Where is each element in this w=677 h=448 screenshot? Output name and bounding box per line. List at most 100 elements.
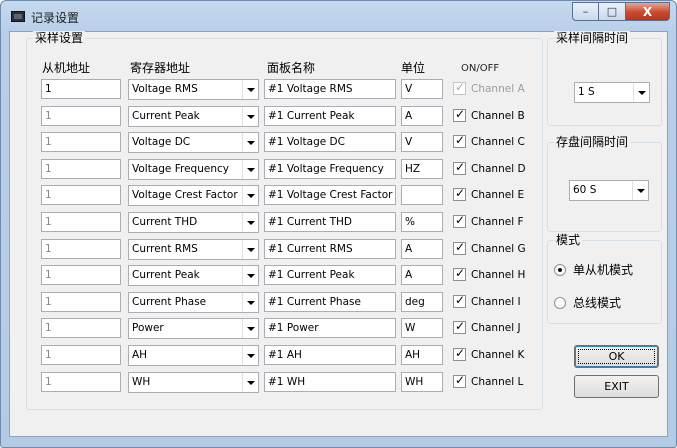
channel-checkbox[interactable]: Channel J <box>453 319 521 334</box>
dialog-client-area: 采样设置 从机地址 寄存器地址 面板名称 单位 ON/OFF 1 Voltage … <box>9 31 668 437</box>
channel-checkbox[interactable]: Channel L <box>453 373 523 388</box>
chevron-down-icon[interactable] <box>242 240 258 259</box>
register-value: Current Peak <box>132 110 200 122</box>
unit-input[interactable]: WH <box>401 372 443 392</box>
slave-address-input[interactable]: 1 <box>41 159 121 179</box>
chevron-down-icon[interactable] <box>242 266 258 285</box>
panel-name-input[interactable]: #1 Voltage RMS <box>264 79 396 99</box>
channel-checkbox[interactable]: Channel C <box>453 133 525 148</box>
checkbox-checked-icon <box>453 266 466 281</box>
mode-bus-radio[interactable]: 总线模式 <box>554 294 621 311</box>
channel-checkbox[interactable]: Channel F <box>453 213 524 228</box>
unit-input[interactable]: A <box>401 265 443 285</box>
channel-label: Channel I <box>471 295 521 308</box>
chevron-down-icon[interactable] <box>242 213 258 232</box>
chevron-down-icon[interactable] <box>242 346 258 365</box>
register-select[interactable]: Current Phase <box>128 292 259 313</box>
app-icon <box>11 11 25 22</box>
maximize-button[interactable]: □ <box>599 2 626 21</box>
channel-checkbox[interactable]: Channel K <box>453 346 524 361</box>
title-bar[interactable]: 记录设置 – □ X <box>1 1 676 31</box>
channel-checkbox[interactable]: Channel H <box>453 266 525 281</box>
panel-name-input[interactable]: #1 Voltage Frequency <box>264 159 396 179</box>
channel-checkbox[interactable]: Channel B <box>453 107 525 122</box>
unit-input[interactable]: V <box>401 79 443 99</box>
channel-checkbox[interactable]: Channel G <box>453 240 526 255</box>
chevron-down-icon[interactable] <box>242 186 258 205</box>
register-select[interactable]: AH <box>128 345 259 366</box>
slave-address-input[interactable]: 1 <box>41 132 121 152</box>
close-button[interactable]: X <box>626 2 670 21</box>
register-select[interactable]: Power <box>128 318 259 339</box>
save-interval-title: 存盘间隔时间 <box>554 135 631 149</box>
save-interval-group: 存盘间隔时间 60 S <box>547 135 662 232</box>
radio-unselected-icon <box>554 296 566 309</box>
panel-name-input[interactable]: #1 Current Peak <box>264 106 396 126</box>
chevron-down-icon[interactable] <box>242 107 258 126</box>
channel-label: Channel A <box>471 82 525 95</box>
checkbox-checked-icon <box>453 240 466 255</box>
chevron-down-icon[interactable] <box>242 160 258 179</box>
register-value: Power <box>132 322 164 334</box>
slave-address-input[interactable]: 1 <box>41 239 121 259</box>
channel-checkbox[interactable]: Channel I <box>453 293 521 308</box>
checkbox-checked-icon <box>453 160 466 175</box>
panel-name-input[interactable]: #1 Voltage DC <box>264 132 396 152</box>
slave-address-input[interactable]: 1 <box>41 265 121 285</box>
mode-single-radio[interactable]: 单从机模式 <box>554 261 633 278</box>
register-select[interactable]: Current Peak <box>128 106 259 127</box>
panel-name-input[interactable]: #1 Current RMS <box>264 239 396 259</box>
channel-checkbox[interactable]: Channel E <box>453 186 524 201</box>
minimize-button[interactable]: – <box>572 2 599 21</box>
panel-name-input[interactable]: #1 Voltage Crest Factor <box>264 185 396 205</box>
register-select[interactable]: Voltage RMS <box>128 79 259 100</box>
slave-address-input[interactable]: 1 <box>41 292 121 312</box>
exit-button[interactable]: EXIT <box>574 375 659 398</box>
register-select[interactable]: Voltage Crest Factor <box>128 185 259 206</box>
register-select[interactable]: Current RMS <box>128 239 259 260</box>
panel-name-input[interactable]: #1 Current THD <box>264 212 396 232</box>
panel-name-input[interactable]: #1 Power <box>264 318 396 338</box>
chevron-down-icon[interactable] <box>632 181 648 200</box>
unit-input[interactable]: V <box>401 132 443 152</box>
unit-input[interactable]: A <box>401 239 443 259</box>
chevron-down-icon[interactable] <box>242 319 258 338</box>
unit-input[interactable] <box>401 185 443 205</box>
unit-input[interactable]: A <box>401 106 443 126</box>
slave-address-input[interactable]: 1 <box>41 185 121 205</box>
unit-input[interactable]: HZ <box>401 159 443 179</box>
unit-input[interactable]: AH <box>401 345 443 365</box>
register-select[interactable]: Current Peak <box>128 265 259 286</box>
register-select[interactable]: Voltage DC <box>128 132 259 153</box>
chevron-down-icon[interactable] <box>242 80 258 99</box>
slave-address-input[interactable]: 1 <box>41 212 121 232</box>
sample-interval-select[interactable]: 1 S <box>574 82 650 103</box>
channel-checkbox[interactable]: Channel D <box>453 160 526 175</box>
register-select[interactable]: Voltage Frequency <box>128 159 259 180</box>
chevron-down-icon[interactable] <box>633 83 649 102</box>
panel-name-input[interactable]: #1 Current Phase <box>264 292 396 312</box>
mode-title: 模式 <box>554 233 583 247</box>
panel-name-input[interactable]: #1 Current Peak <box>264 265 396 285</box>
ok-button[interactable]: OK <box>574 345 659 368</box>
slave-address-input[interactable]: 1 <box>41 106 121 126</box>
header-onoff: ON/OFF <box>461 63 500 74</box>
register-value: Current Phase <box>132 296 207 308</box>
panel-name-input[interactable]: #1 WH <box>264 372 396 392</box>
register-select[interactable]: WH <box>128 372 259 393</box>
slave-address-input[interactable]: 1 <box>41 372 121 392</box>
slave-address-input[interactable]: 1 <box>41 79 121 99</box>
chevron-down-icon[interactable] <box>242 133 258 152</box>
slave-address-input[interactable]: 1 <box>41 345 121 365</box>
checkbox-checked-icon <box>453 213 466 228</box>
panel-name-input[interactable]: #1 AH <box>264 345 396 365</box>
unit-input[interactable]: % <box>401 212 443 232</box>
settings-window: 记录设置 – □ X 采样设置 从机地址 寄存器地址 面板名称 单位 ON/OF… <box>0 0 677 448</box>
chevron-down-icon[interactable] <box>242 293 258 312</box>
save-interval-select[interactable]: 60 S <box>569 180 649 201</box>
unit-input[interactable]: W <box>401 318 443 338</box>
chevron-down-icon[interactable] <box>242 373 258 392</box>
register-select[interactable]: Current THD <box>128 212 259 233</box>
unit-input[interactable]: deg <box>401 292 443 312</box>
slave-address-input[interactable]: 1 <box>41 318 121 338</box>
